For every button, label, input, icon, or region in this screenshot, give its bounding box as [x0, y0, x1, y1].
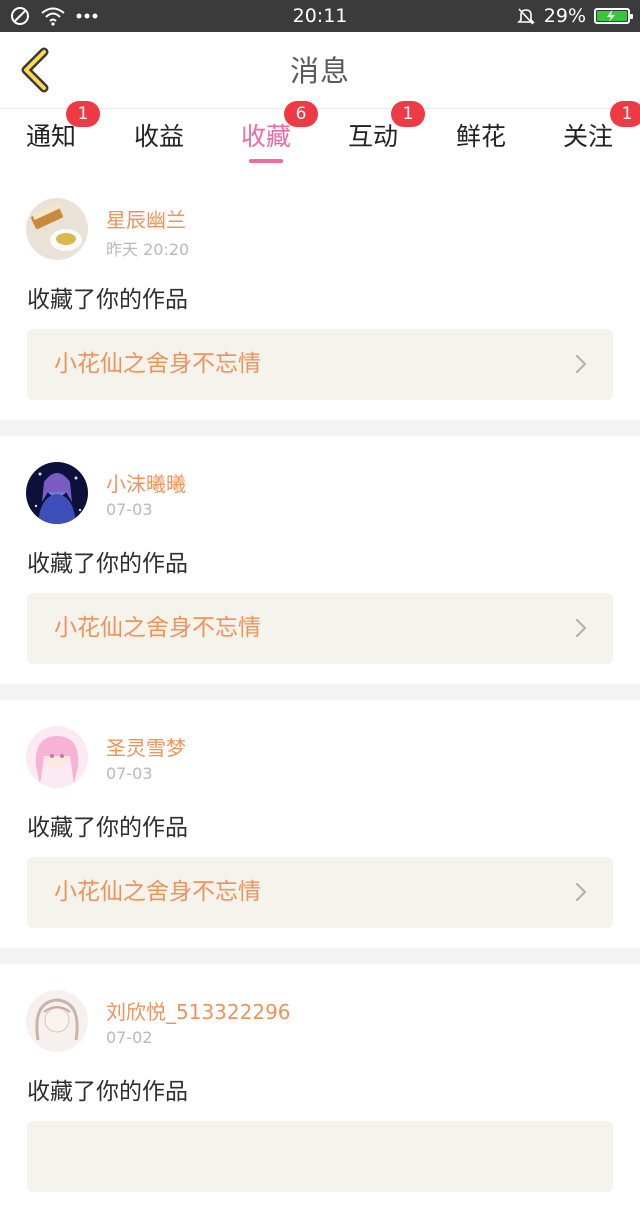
- list-item: 圣灵雪梦 07-03 收藏了你的作品 小花仙之舍身不忘情: [0, 700, 640, 948]
- avatar-image: [26, 990, 88, 1052]
- chevron-right-icon: [575, 618, 587, 638]
- tab-flowers[interactable]: 鲜花: [426, 109, 536, 169]
- unread-badge: 1: [391, 101, 425, 127]
- page-title: 消息: [289, 54, 350, 88]
- work-link[interactable]: 小花仙之舍身不忘情: [27, 857, 613, 928]
- divider: [0, 948, 640, 964]
- nav-header: 消息: [0, 32, 640, 109]
- battery-icon: [594, 8, 633, 24]
- list-item: 小沫曦曦 07-03 收藏了你的作品 小花仙之舍身不忘情: [0, 436, 640, 684]
- work-link[interactable]: [27, 1121, 613, 1192]
- action-text: 收藏了你的作品: [27, 287, 188, 313]
- username[interactable]: 圣灵雪梦: [106, 732, 186, 761]
- avatar-image: [26, 198, 88, 260]
- tab-earnings[interactable]: 收益: [104, 109, 214, 169]
- action-text: 收藏了你的作品: [27, 815, 188, 841]
- avatar[interactable]: [26, 198, 88, 260]
- timestamp: 07-02: [106, 1028, 153, 1047]
- work-link[interactable]: 小花仙之舍身不忘情: [27, 329, 613, 400]
- timestamp: 07-03: [106, 764, 153, 783]
- tab-label: 鲜花: [455, 122, 506, 151]
- avatar-image: [26, 462, 88, 524]
- tab-bar: 通知 1 收益 收藏 6 互动 1 鲜花 关注 1: [0, 101, 640, 169]
- tab-follows[interactable]: 关注 1: [533, 101, 640, 169]
- tab-favorites[interactable]: 收藏 6: [211, 101, 321, 169]
- favorites-list: 星辰幽兰 昨天 20:20 收藏了你的作品 小花仙之舍身不忘情 小沫曦曦 07-…: [0, 172, 640, 1212]
- tab-notifications[interactable]: 通知 1: [0, 101, 106, 169]
- timestamp: 07-03: [106, 500, 153, 519]
- active-tab-indicator: [249, 159, 283, 163]
- unread-badge: 1: [610, 101, 640, 127]
- muted-bell-icon: [516, 8, 535, 25]
- work-link[interactable]: 小花仙之舍身不忘情: [27, 593, 613, 664]
- username[interactable]: 小沫曦曦: [106, 468, 186, 497]
- chevron-right-icon: [575, 882, 587, 902]
- action-text: 收藏了你的作品: [27, 1079, 188, 1105]
- status-right-icons: 29%: [516, 0, 633, 32]
- avatar[interactable]: [26, 726, 88, 788]
- battery-percent: 29%: [543, 5, 586, 27]
- timestamp: 昨天 20:20: [106, 240, 190, 259]
- divider: [0, 684, 640, 700]
- list-item: 星辰幽兰 昨天 20:20 收藏了你的作品 小花仙之舍身不忘情: [0, 172, 640, 420]
- work-title: 小花仙之舍身不忘情: [54, 351, 261, 377]
- tab-label: 收益: [133, 122, 184, 151]
- chevron-right-icon: [575, 354, 587, 374]
- avatar[interactable]: [26, 462, 88, 524]
- unread-badge: 6: [284, 101, 318, 127]
- status-bar: 20:11 29%: [0, 0, 640, 32]
- unread-badge: 1: [66, 101, 100, 127]
- username[interactable]: 刘欣悦_513322296: [106, 996, 291, 1025]
- work-title: 小花仙之舍身不忘情: [54, 879, 261, 905]
- action-text: 收藏了你的作品: [27, 551, 188, 577]
- avatar[interactable]: [26, 990, 88, 1052]
- tab-interactions[interactable]: 互动 1: [318, 101, 428, 169]
- username[interactable]: 星辰幽兰: [106, 204, 186, 233]
- work-title: 小花仙之舍身不忘情: [54, 615, 261, 641]
- list-item: 刘欣悦_513322296 07-02 收藏了你的作品: [0, 964, 640, 1212]
- avatar-image: [26, 726, 88, 788]
- divider: [0, 420, 640, 436]
